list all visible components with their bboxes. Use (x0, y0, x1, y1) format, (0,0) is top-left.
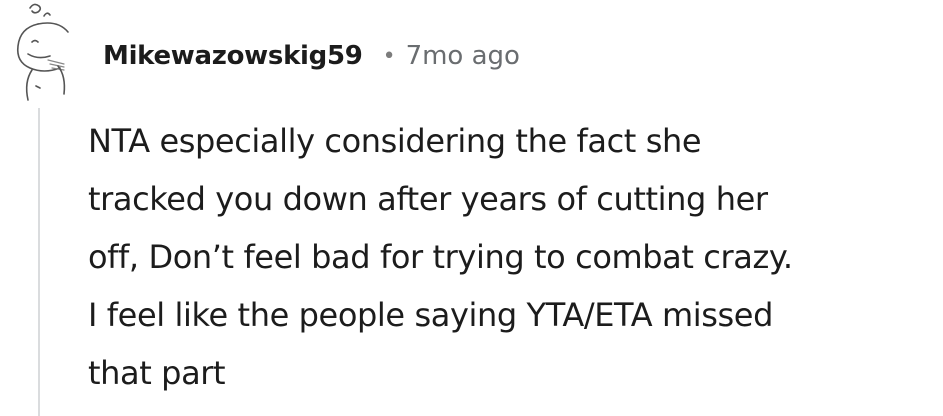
thread-line[interactable] (38, 108, 40, 416)
comment-body-line: NTA especially considering the fact she (88, 122, 702, 160)
comment-body-line: off, Don’t feel bad for trying to combat… (88, 238, 793, 276)
comment-body: NTA especially considering the fact she … (88, 112, 928, 402)
comment-body-line: tracked you down after years of cutting … (88, 180, 768, 218)
username-link[interactable]: Mikewazowskig59 (103, 41, 363, 71)
comment-body-line: I feel like the people saying YTA/ETA mi… (88, 296, 773, 334)
comment-body-line: that part (88, 354, 226, 392)
timestamp[interactable]: 7mo ago (406, 41, 520, 71)
comment-header: Mikewazowskig59 • 7mo ago (103, 36, 520, 76)
comment: Mikewazowskig59 • 7mo ago NTA especially… (0, 0, 943, 416)
user-avatar-icon[interactable] (8, 2, 84, 102)
separator-dot: • (382, 43, 396, 69)
